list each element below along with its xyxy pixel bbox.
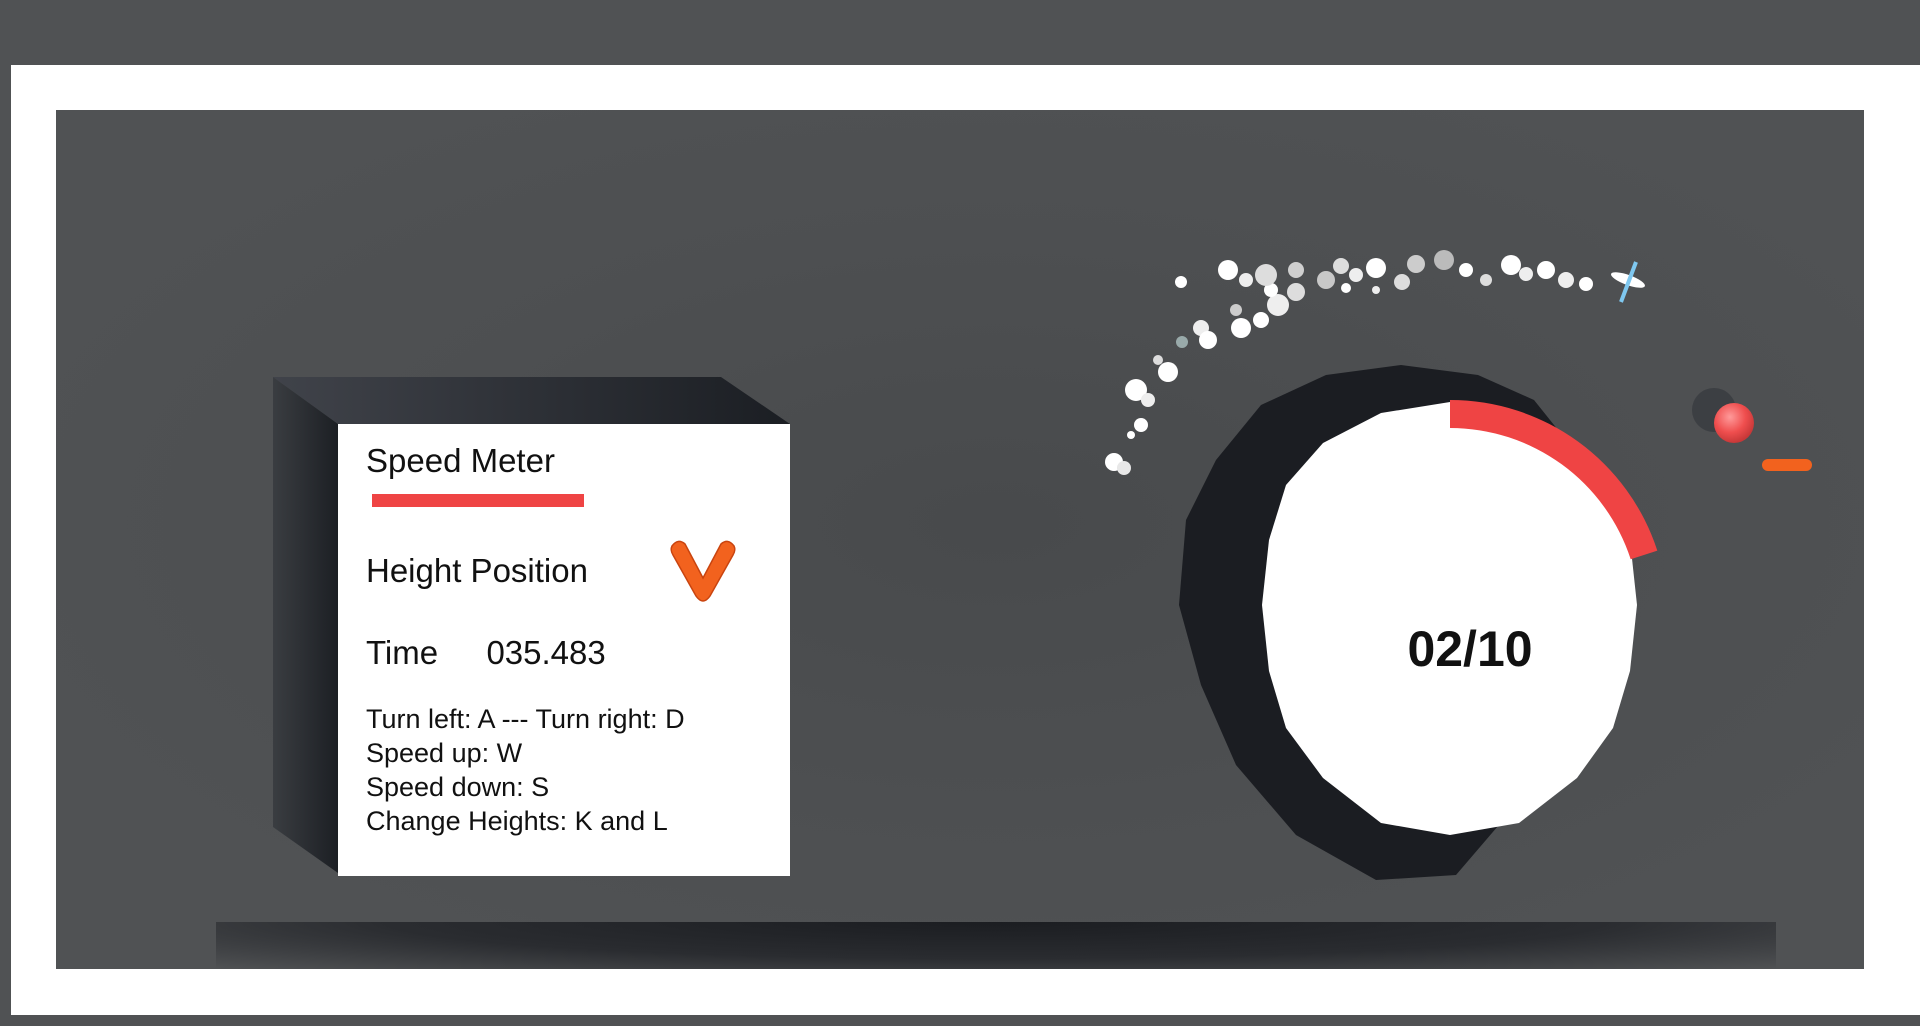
lap-counter: 02/10	[1407, 621, 1533, 677]
smoke-puff	[1459, 263, 1473, 277]
control-speed-down: Speed down: S	[366, 772, 550, 802]
smoke-puff	[1558, 272, 1574, 288]
time-label: Time	[366, 634, 439, 671]
smoke-puff	[1349, 268, 1363, 282]
smoke-puff	[1218, 260, 1238, 280]
smoke-puff	[1153, 355, 1163, 365]
smoke-puff	[1255, 264, 1277, 286]
smoke-puff	[1176, 336, 1188, 348]
smoke-puff	[1407, 255, 1425, 273]
orange-bar	[1762, 459, 1812, 471]
height-position-label: Height Position	[366, 552, 588, 589]
floor-shadow	[216, 922, 1776, 969]
smoke-puff	[1134, 418, 1148, 432]
smoke-puff	[1519, 267, 1533, 281]
control-heights: Change Heights: K and L	[366, 806, 668, 836]
v-chevron-icon	[670, 540, 736, 602]
smoke-puff	[1231, 318, 1251, 338]
smoke-puff	[1127, 431, 1135, 439]
smoke-puff	[1253, 312, 1269, 328]
smoke-puff	[1317, 271, 1335, 289]
smoke-puff	[1141, 393, 1155, 407]
pickup-objects	[1692, 388, 1812, 471]
speed-meter-label: Speed Meter	[366, 442, 555, 479]
time-row: Time 035.483	[366, 634, 606, 672]
smoke-puff	[1501, 255, 1521, 275]
speed-meter-bar	[372, 494, 584, 507]
smoke-puff	[1199, 331, 1217, 349]
game-scene: Speed Meter Height Position Time 035.483…	[56, 110, 1864, 969]
smoke-puff	[1230, 304, 1242, 316]
time-value: 035.483	[486, 634, 606, 671]
smoke-puff	[1287, 283, 1305, 301]
smoke-puff	[1333, 258, 1349, 274]
smoke-puff	[1175, 276, 1187, 288]
smoke-puff	[1579, 277, 1593, 291]
controls-help: Turn left: A --- Turn right: D Speed up:…	[366, 702, 685, 838]
smoke-puff	[1394, 274, 1410, 290]
smoke-puff	[1434, 250, 1454, 270]
smoke-puff	[1537, 261, 1555, 279]
control-turn: Turn left: A --- Turn right: D	[366, 704, 685, 734]
red-ball	[1714, 403, 1754, 443]
smoke-puff	[1267, 294, 1289, 316]
smoke-puff	[1372, 286, 1380, 294]
smoke-puff	[1341, 283, 1351, 293]
info-panel: Speed Meter Height Position Time 035.483…	[338, 424, 790, 876]
smoke-puff	[1366, 258, 1386, 278]
smoke-puff	[1480, 274, 1492, 286]
smoke-puff	[1117, 461, 1131, 475]
control-speed-up: Speed up: W	[366, 738, 523, 768]
smoke-puff	[1239, 273, 1253, 287]
plane-icon	[1610, 261, 1646, 303]
smoke-puff	[1288, 262, 1304, 278]
